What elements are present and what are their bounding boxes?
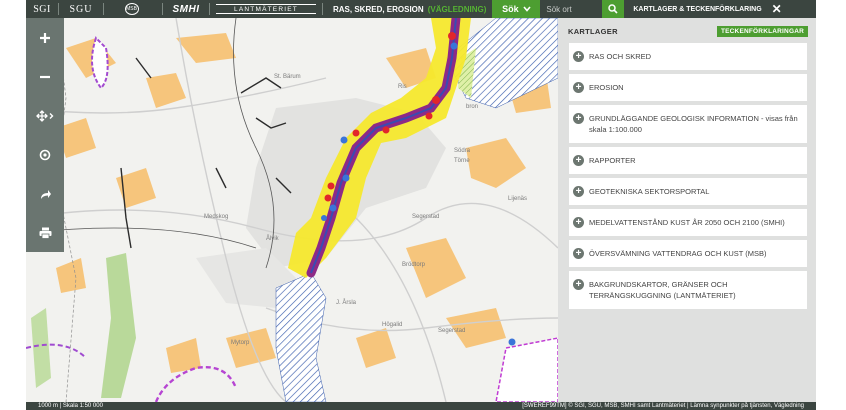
plus-circle-icon: + [573,217,584,228]
lantmateriet-logo[interactable]: LANTMÄTERIET [216,4,316,14]
map-place-label: Segerstad [438,328,466,334]
close-icon[interactable]: ✕ [770,2,784,16]
search-dropdown-button[interactable]: Sök [492,0,541,18]
print-button[interactable] [26,213,64,252]
layer-label: BAKGRUNDSKARTOR, GRÄNSER OCH TERRÄNGSKUG… [589,280,736,300]
sgu-logo[interactable]: SGU [59,0,103,18]
plus-circle-icon: + [573,155,584,166]
layer-item[interactable]: + RAPPORTER [569,147,807,174]
copyright-text[interactable]: [SWEREF99TM] © SGI, SGU, MSB, SMHI samt … [522,403,804,409]
layer-item[interactable]: + RAS OCH SKRED [569,43,807,70]
layer-item[interactable]: + EROSION [569,74,807,101]
map-place-label: Törne [454,158,470,164]
plus-circle-icon: + [573,248,584,259]
layer-label: RAS OCH SKRED [589,52,652,61]
layer-panel: KARTLAGER TECKENFÖRKLARINGAR + RAS OCH SK… [558,18,816,402]
share-icon [40,189,51,199]
map-canvas[interactable]: St. Bärum Ris bron Södra Törne Medskog L… [26,18,558,402]
locate-icon [39,149,51,160]
layer-item[interactable]: + GRUNDLÄGGANDE GEOLOGISK INFORMATION - v… [569,105,807,143]
map-place-label: bron [466,104,479,110]
legend-button[interactable]: TECKENFÖRKLARINGAR [716,26,808,37]
app-title: RAS, SKRED, EROSION [333,4,424,14]
pan-button[interactable] [26,96,64,135]
sgi-logo[interactable]: SGI [26,0,58,18]
map-place-label: J. Årsla [336,300,357,306]
zoom-in-button[interactable] [26,18,64,57]
search-button-label: Sök [502,4,519,14]
map-place-label: Högalid [382,322,403,328]
divider [209,3,210,15]
print-icon [39,227,51,239]
map-place-label: Södra [454,148,471,154]
layer-label: GRUNDLÄGGANDE GEOLOGISK INFORMATION - vi… [589,114,798,134]
map-place-label: Medskog [204,214,229,220]
map-place-label: Brödtorp [402,262,426,268]
layer-label: EROSION [589,83,624,92]
layer-label: RAPPORTER [589,156,636,165]
plus-circle-icon: + [573,113,584,124]
layer-item[interactable]: + ÖVERSVÄMNING VATTENDRAG OCH KUST (MSB) [569,240,807,267]
layer-item[interactable]: + MEDELVATTENSTÅND KUST ÅR 2050 OCH 2100 … [569,209,807,236]
guide-link[interactable]: (VÄGLEDNING) [428,5,487,14]
search-go-button[interactable] [602,0,625,18]
layer-label: MEDELVATTENSTÅND KUST ÅR 2050 OCH 2100 (… [589,218,785,227]
map-place-label: Lijenäs [508,196,528,202]
share-button[interactable] [26,174,64,213]
map-place-label: Ris [398,84,407,90]
map-place-label: St. Bärum [274,74,301,80]
layer-item[interactable]: + BAKGRUNDSKARTOR, GRÄNSER OCH TERRÄNGSKU… [569,271,807,309]
plus-circle-icon: + [573,51,584,62]
search-input[interactable] [546,2,597,16]
layer-list: + RAS OCH SKRED + EROSION + GRUNDLÄGGANDE G… [558,43,816,309]
divider [322,3,323,15]
plus-circle-icon: + [573,279,584,290]
search-icon [608,4,618,14]
panel-title: KARTLAGER [568,27,618,36]
pan-icon [36,109,54,122]
map-place-label: Mytorp [231,340,250,346]
map-place-label: Segerstad [412,214,440,220]
msb-logo[interactable]: MSB [104,0,162,18]
zoom-in-icon [40,32,50,43]
layer-label: ÖVERSVÄMNING VATTENDRAG OCH KUST (MSB) [589,249,767,258]
chevron-down-icon [523,6,531,12]
plus-circle-icon: + [573,186,584,197]
locate-button[interactable] [26,135,64,174]
layer-label: GEOTEKNISKA SEKTORSPORTAL [589,187,710,196]
scale-bar-label: 1000 m | Skala 1:50 000 [38,403,103,409]
plus-circle-icon: + [573,82,584,93]
msb-seal-icon: MSB [124,3,139,15]
zoom-out-button[interactable] [26,57,64,96]
bottom-bar: 1000 m | Skala 1:50 000 [SWEREF99TM] © S… [26,402,816,410]
layers-legend-button[interactable]: KARTLAGER & TECKENFÖRKLARING [633,6,761,13]
map-place-label: Ålvik [266,236,279,242]
smhi-logo[interactable]: SMHI [163,0,209,18]
layer-item[interactable]: + GEOTEKNISKA SEKTORSPORTAL [569,178,807,205]
map-toolbar [26,18,64,252]
zoom-out-icon [40,75,50,78]
top-bar: SGI SGU MSB SMHI LANTMÄTERIET RAS, SKRED… [26,0,816,18]
